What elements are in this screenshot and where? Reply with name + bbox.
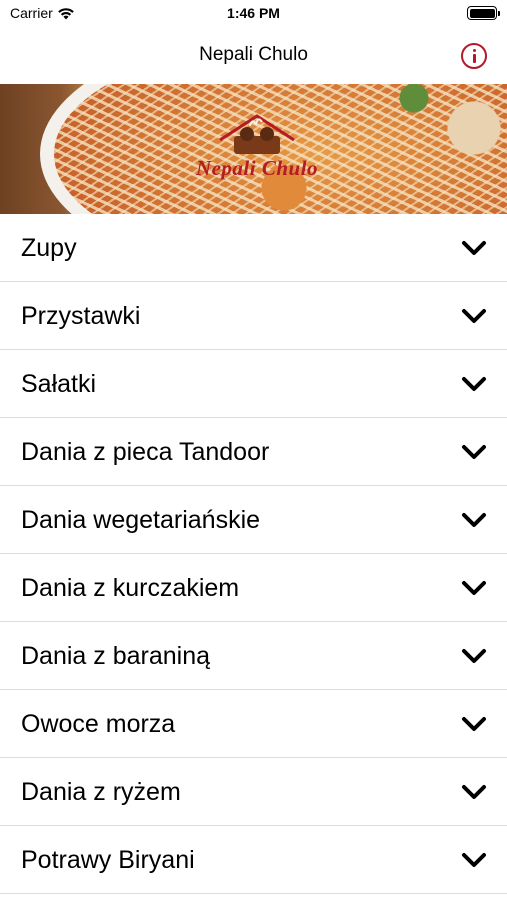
chevron-down-icon bbox=[462, 649, 486, 663]
restaurant-logo: Nepali Chulo bbox=[162, 110, 352, 190]
menu-item-label: Przystawki bbox=[21, 302, 141, 330]
menu-category-list: Zupy Przystawki Sałatki Dania z pieca Ta… bbox=[0, 214, 507, 894]
menu-item-label: Potrawy Biryani bbox=[21, 846, 195, 874]
menu-item-zupy[interactable]: Zupy bbox=[0, 214, 507, 282]
menu-item-label: Dania z baraniną bbox=[21, 642, 211, 670]
menu-item-przystawki[interactable]: Przystawki bbox=[0, 282, 507, 350]
chevron-down-icon bbox=[462, 377, 486, 391]
menu-item-kurczak[interactable]: Dania z kurczakiem bbox=[0, 554, 507, 622]
chulo-stove-icon bbox=[219, 114, 295, 154]
info-button[interactable] bbox=[461, 43, 487, 69]
menu-item-salatki[interactable]: Sałatki bbox=[0, 350, 507, 418]
chevron-down-icon bbox=[462, 309, 486, 323]
chevron-down-icon bbox=[462, 445, 486, 459]
menu-item-label: Sałatki bbox=[21, 370, 97, 398]
menu-item-label: Dania z ryżem bbox=[21, 778, 181, 806]
menu-item-label: Owoce morza bbox=[21, 710, 176, 738]
menu-item-label: Zupy bbox=[21, 234, 77, 262]
menu-item-biryani[interactable]: Potrawy Biryani bbox=[0, 826, 507, 894]
menu-item-wegetarianskie[interactable]: Dania wegetariańskie bbox=[0, 486, 507, 554]
chevron-down-icon bbox=[462, 717, 486, 731]
menu-item-owoce-morza[interactable]: Owoce morza bbox=[0, 690, 507, 758]
status-time: 1:46 PM bbox=[227, 5, 280, 21]
header-banner-image: Nepali Chulo bbox=[0, 84, 507, 214]
battery-icon bbox=[467, 6, 500, 20]
chevron-down-icon bbox=[462, 853, 486, 867]
menu-item-baranina[interactable]: Dania z baraniną bbox=[0, 622, 507, 690]
chevron-down-icon bbox=[462, 785, 486, 799]
menu-item-tandoor[interactable]: Dania z pieca Tandoor bbox=[0, 418, 507, 486]
status-bar: Carrier 1:46 PM bbox=[0, 0, 507, 30]
chevron-down-icon bbox=[462, 513, 486, 527]
menu-item-label: Dania z kurczakiem bbox=[21, 574, 240, 602]
chevron-down-icon bbox=[462, 241, 486, 255]
chevron-down-icon bbox=[462, 581, 486, 595]
logo-text: Nepali Chulo bbox=[195, 156, 319, 180]
menu-item-ryz[interactable]: Dania z ryżem bbox=[0, 758, 507, 826]
menu-item-label: Dania z pieca Tandoor bbox=[21, 438, 270, 466]
menu-item-label: Dania wegetariańskie bbox=[21, 506, 261, 534]
page-title: Nepali Chulo bbox=[199, 44, 308, 65]
navigation-bar: Nepali Chulo bbox=[0, 30, 507, 82]
